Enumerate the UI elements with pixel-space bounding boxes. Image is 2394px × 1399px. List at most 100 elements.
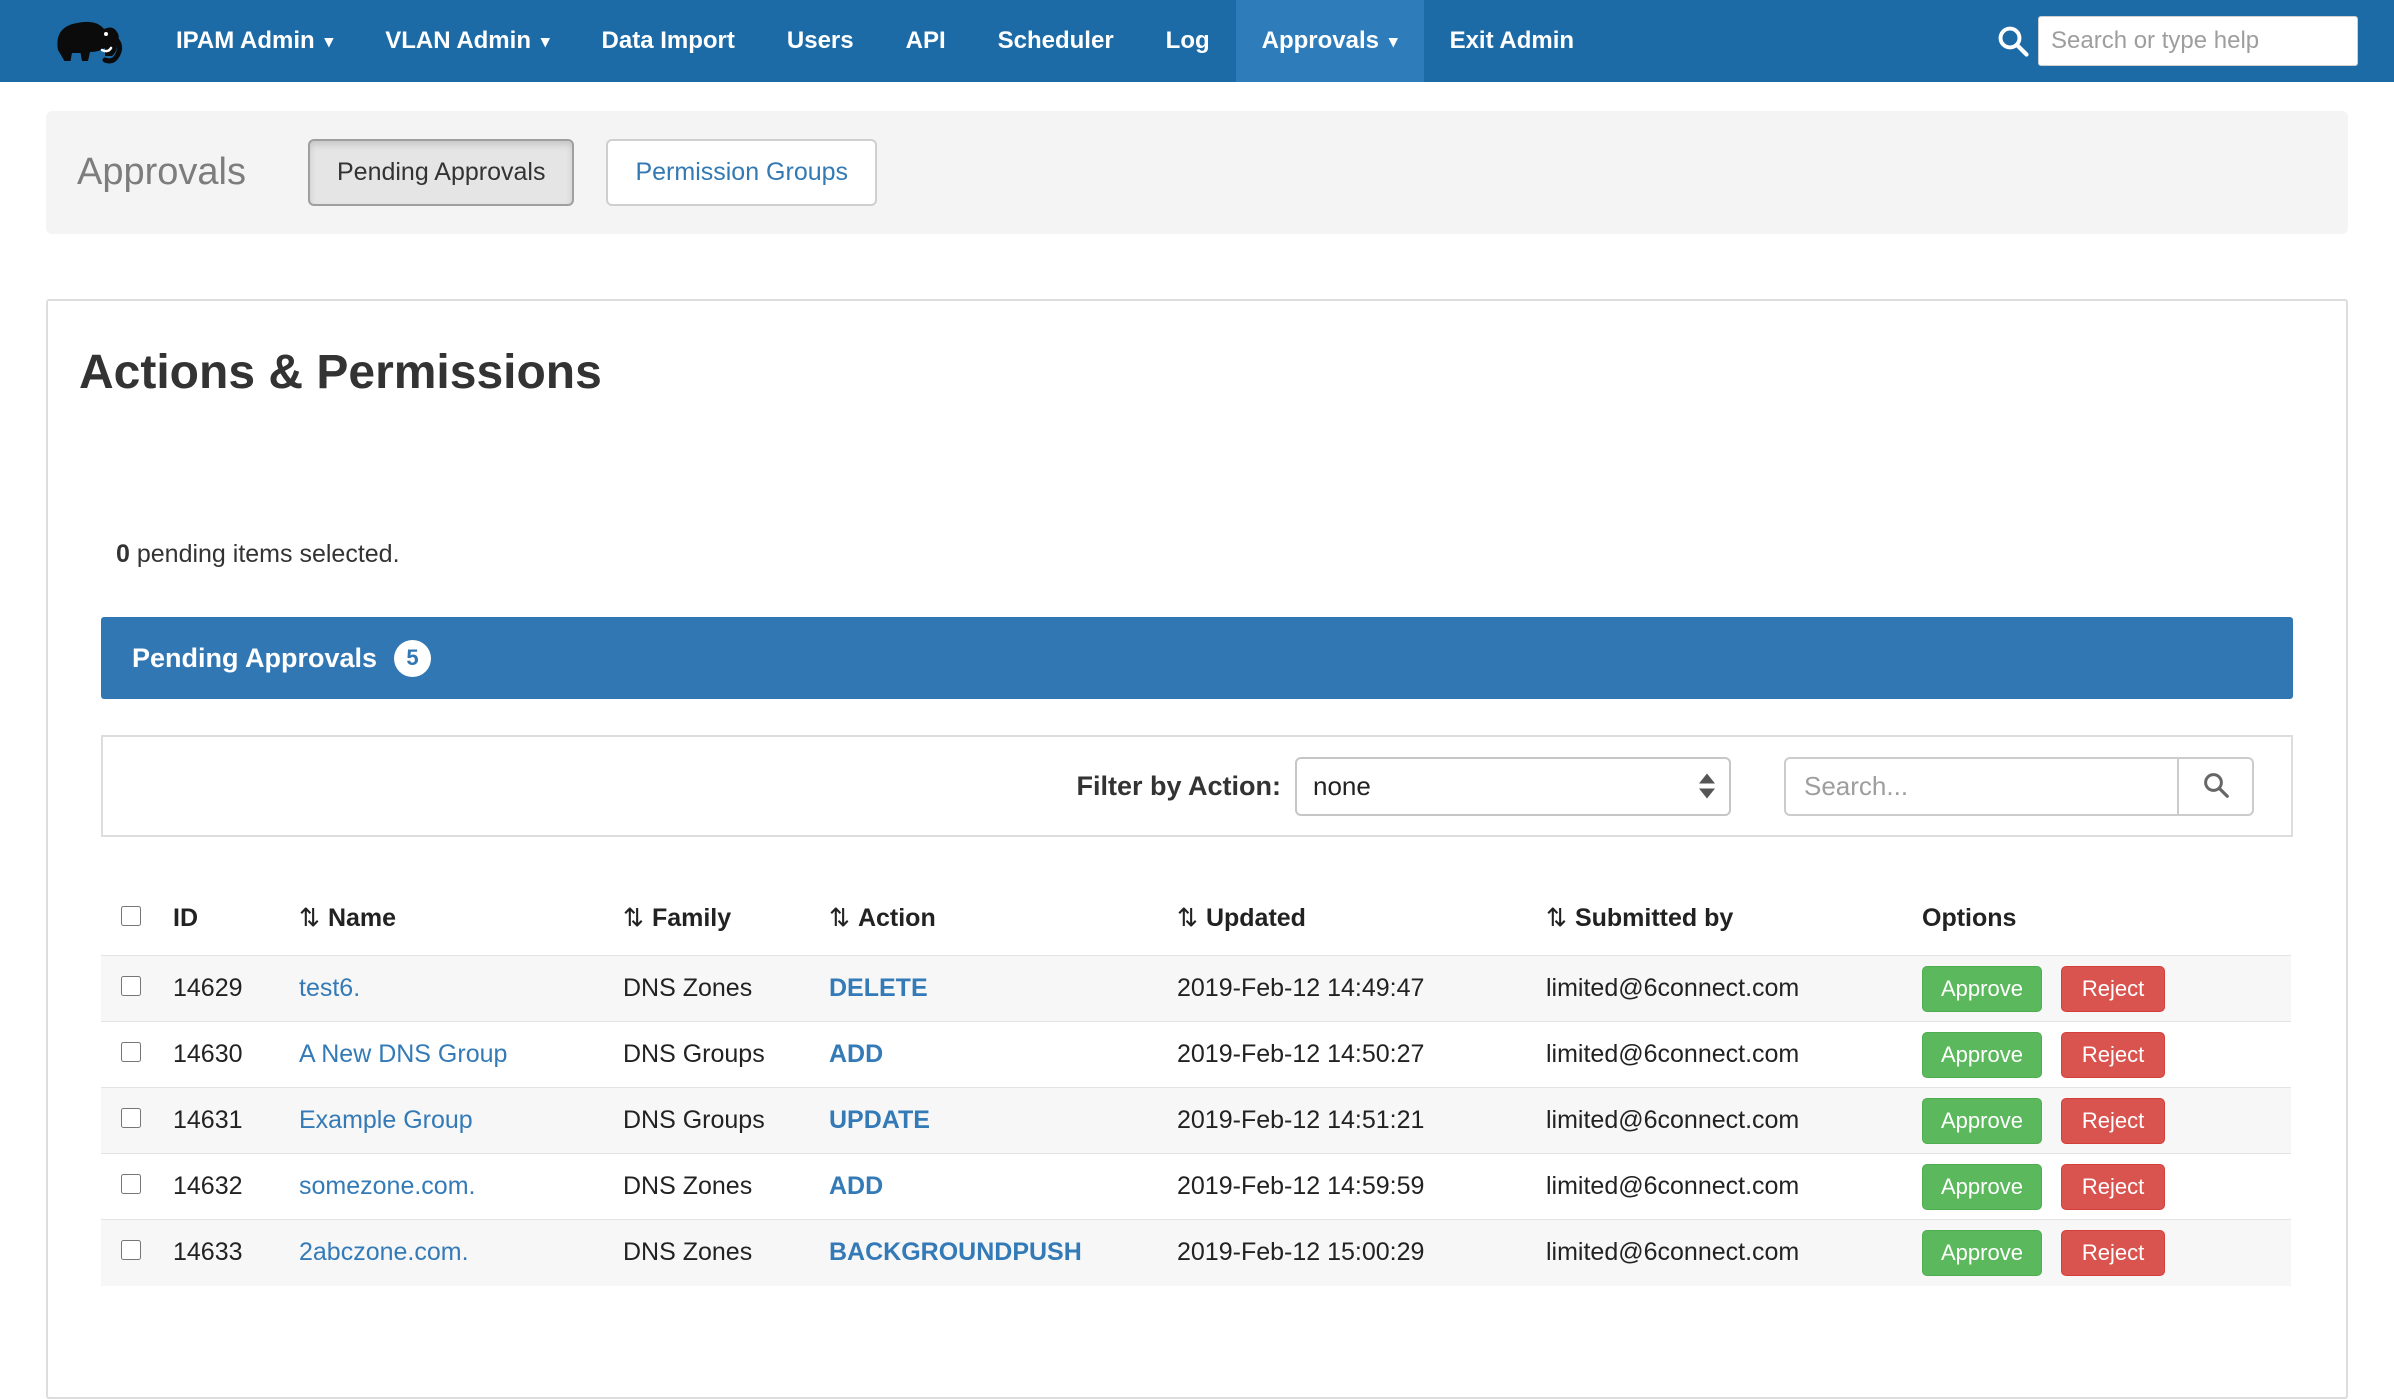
col-header-family[interactable]: ⇅ Family xyxy=(611,883,817,956)
reject-button[interactable]: Reject xyxy=(2061,1230,2165,1276)
approve-button[interactable]: Approve xyxy=(1922,1230,2042,1276)
name-link[interactable]: test6. xyxy=(299,974,360,1002)
col-header-label: Submitted by xyxy=(1575,904,1733,932)
row-checkbox[interactable] xyxy=(121,1042,141,1062)
nav-label: VLAN Admin xyxy=(385,27,531,55)
filter-bar: Filter by Action: none xyxy=(101,735,2293,837)
action-link[interactable]: UPDATE xyxy=(829,1106,930,1134)
caret-down-icon: ▾ xyxy=(1389,33,1398,50)
cell-family: DNS Groups xyxy=(611,1022,817,1088)
col-header-updated[interactable]: ⇅ Updated xyxy=(1165,883,1534,956)
col-header-options: Options xyxy=(1910,883,2291,956)
approve-button[interactable]: Approve xyxy=(1922,1164,2042,1210)
logo-mammoth-icon[interactable] xyxy=(46,13,124,69)
tab-permission-groups[interactable]: Permission Groups xyxy=(606,139,877,206)
col-header-label: Updated xyxy=(1206,904,1306,932)
nav-item-ipam-admin[interactable]: IPAM Admin ▾ xyxy=(150,0,359,82)
name-link[interactable]: A New DNS Group xyxy=(299,1040,507,1068)
cell-updated: 2019-Feb-12 14:50:27 xyxy=(1165,1022,1534,1088)
name-link[interactable]: 2abczone.com. xyxy=(299,1238,469,1266)
col-header-label: Name xyxy=(328,904,396,932)
sort-icon: ⇅ xyxy=(829,904,850,932)
nav-label: Data Import xyxy=(602,27,735,55)
cell-submitted-by: limited@6connect.com xyxy=(1534,1220,1910,1286)
cell-family: DNS Zones xyxy=(611,956,817,1022)
approve-button[interactable]: Approve xyxy=(1922,1098,2042,1144)
col-header-name[interactable]: ⇅ Name xyxy=(287,883,611,956)
row-checkbox[interactable] xyxy=(121,1240,141,1260)
name-link[interactable]: Example Group xyxy=(299,1106,473,1134)
action-link[interactable]: BACKGROUNDPUSH xyxy=(829,1238,1082,1266)
page-title: Approvals xyxy=(77,151,246,194)
action-link[interactable]: ADD xyxy=(829,1040,883,1068)
cell-id: 14630 xyxy=(161,1022,287,1088)
selected-count: 0 xyxy=(116,540,130,568)
cell-updated: 2019-Feb-12 14:49:47 xyxy=(1165,956,1534,1022)
row-checkbox[interactable] xyxy=(121,1174,141,1194)
cell-id: 14633 xyxy=(161,1220,287,1286)
action-filter-select-wrap: none xyxy=(1295,757,1731,816)
cell-id: 14629 xyxy=(161,956,287,1022)
action-link[interactable]: DELETE xyxy=(829,974,928,1002)
table-search-group xyxy=(1784,757,2254,816)
card-title: Actions & Permissions xyxy=(79,345,2346,400)
nav-label: Log xyxy=(1166,27,1210,55)
nav-label: API xyxy=(906,27,946,55)
reject-button[interactable]: Reject xyxy=(2061,1032,2165,1078)
nav-item-scheduler[interactable]: Scheduler xyxy=(972,0,1140,82)
table-row: 14629 test6. DNS Zones DELETE 2019-Feb-1… xyxy=(101,956,2291,1022)
sort-icon: ⇅ xyxy=(1177,904,1198,932)
nav-item-log[interactable]: Log xyxy=(1140,0,1236,82)
pending-approvals-panel-header: Pending Approvals 5 xyxy=(101,617,2293,699)
reject-button[interactable]: Reject xyxy=(2061,966,2165,1012)
selected-text: pending items selected. xyxy=(137,540,400,568)
search-icon xyxy=(1995,23,2031,59)
table-row: 14630 A New DNS Group DNS Groups ADD 201… xyxy=(101,1022,2291,1088)
tab-pending-approvals[interactable]: Pending Approvals xyxy=(308,139,574,206)
row-checkbox[interactable] xyxy=(121,1108,141,1128)
table-header-row: ID ⇅ Name ⇅ Family ⇅Action ⇅ Updated ⇅ Submi… xyxy=(101,883,2291,956)
cell-family: DNS Zones xyxy=(611,1154,817,1220)
panel-title: Pending Approvals xyxy=(132,643,377,674)
help-search-input[interactable] xyxy=(2038,16,2358,66)
page-header: Approvals Pending Approvals Permission G… xyxy=(46,111,2348,234)
sort-icon: ⇅ xyxy=(623,904,644,932)
nav-item-api[interactable]: API xyxy=(880,0,972,82)
row-checkbox[interactable] xyxy=(121,976,141,996)
nav-item-data-import[interactable]: Data Import xyxy=(576,0,761,82)
actions-permissions-card: Actions & Permissions 0 pending items se… xyxy=(46,299,2348,1399)
col-header-label: Family xyxy=(652,904,731,932)
table-search-button[interactable] xyxy=(2177,757,2254,816)
approve-button[interactable]: Approve xyxy=(1922,1032,2042,1078)
approve-button[interactable]: Approve xyxy=(1922,966,2042,1012)
col-header-submitted-by[interactable]: ⇅ Submitted by xyxy=(1534,883,1910,956)
reject-button[interactable]: Reject xyxy=(2061,1164,2165,1210)
col-header-id: ID xyxy=(161,883,287,956)
reject-button[interactable]: Reject xyxy=(2061,1098,2165,1144)
nav-label: IPAM Admin xyxy=(176,27,315,55)
nav-label: Scheduler xyxy=(998,27,1114,55)
action-link[interactable]: ADD xyxy=(829,1172,883,1200)
sort-icon: ⇅ xyxy=(299,904,320,932)
select-all-checkbox[interactable] xyxy=(121,906,141,926)
table-row: 14631 Example Group DNS Groups UPDATE 20… xyxy=(101,1088,2291,1154)
cell-submitted-by: limited@6connect.com xyxy=(1534,1088,1910,1154)
nav-label: Exit Admin xyxy=(1450,27,1574,55)
caret-down-icon: ▾ xyxy=(541,33,550,50)
cell-updated: 2019-Feb-12 15:00:29 xyxy=(1165,1220,1534,1286)
cell-id: 14631 xyxy=(161,1088,287,1154)
caret-down-icon: ▾ xyxy=(325,33,334,50)
nav-label: Users xyxy=(787,27,854,55)
cell-submitted-by: limited@6connect.com xyxy=(1534,1154,1910,1220)
action-filter-select[interactable]: none xyxy=(1295,757,1731,816)
nav-item-users[interactable]: Users xyxy=(761,0,880,82)
navbar-search xyxy=(1995,16,2358,66)
table-search-input[interactable] xyxy=(1784,757,2177,816)
name-link[interactable]: somezone.com. xyxy=(299,1172,475,1200)
pending-count-badge: 5 xyxy=(394,640,431,677)
sort-icon: ⇅ xyxy=(1546,904,1567,932)
col-header-action[interactable]: ⇅Action xyxy=(817,883,1165,956)
nav-item-exit-admin[interactable]: Exit Admin xyxy=(1424,0,1600,82)
nav-item-vlan-admin[interactable]: VLAN Admin ▾ xyxy=(359,0,575,82)
nav-item-approvals[interactable]: Approvals ▾ xyxy=(1236,0,1424,82)
